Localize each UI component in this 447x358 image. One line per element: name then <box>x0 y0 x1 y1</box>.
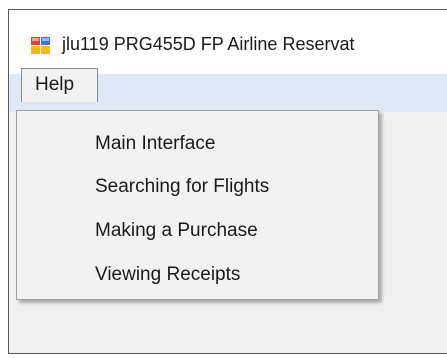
window-title: jlu119 PRG455D FP Airline Reservat <box>62 34 355 54</box>
title-bar[interactable]: jlu119 PRG455D FP Airline Reservat <box>9 10 447 74</box>
menu-icon-gutter <box>17 111 65 299</box>
window-bottom-border <box>9 353 447 354</box>
menu-item-main-interface[interactable]: Main Interface <box>95 124 215 164</box>
help-dropdown-menu: Main Interface Searching for Flights Mak… <box>16 110 379 300</box>
menu-item-searching-for-flights[interactable]: Searching for Flights <box>95 167 269 207</box>
menu-help[interactable]: Help <box>21 68 98 102</box>
screen: jlu119 PRG455D FP Airline Reservat Help … <box>0 0 447 358</box>
menu-item-viewing-receipts[interactable]: Viewing Receipts <box>95 255 240 295</box>
app-window-icon <box>31 37 51 55</box>
menu-item-making-a-purchase[interactable]: Making a Purchase <box>95 211 258 251</box>
